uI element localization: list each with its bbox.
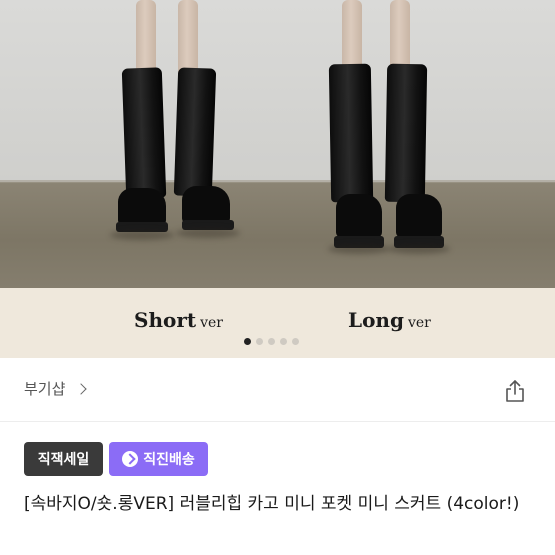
shipping-badge-label: 직진배송 — [143, 452, 195, 468]
carousel-dot[interactable] — [280, 338, 287, 345]
sale-badge-label: 직잭세일 — [37, 452, 90, 468]
shipping-arrow-icon — [122, 451, 139, 467]
carousel-dot[interactable] — [268, 338, 275, 345]
sale-badge: 직잭세일 — [24, 442, 103, 476]
photo-wall — [0, 0, 555, 182]
carousel-dot[interactable] — [292, 338, 299, 345]
seller-name: 부기샵 — [24, 380, 66, 398]
chevron-right-icon — [75, 382, 88, 395]
section-divider — [0, 421, 555, 422]
carousel-indicator[interactable] — [244, 338, 299, 345]
product-title: [속바지O/숏.롱VER] 러블리힙 카고 미니 포켓 미니 스커트 (4col… — [24, 494, 520, 514]
long-ver-label: Long ver — [348, 308, 431, 332]
carousel-dot[interactable] — [244, 338, 251, 345]
short-label-main: Short — [134, 308, 197, 332]
seller-link[interactable]: 부기샵 — [24, 378, 88, 399]
photo-baseboard — [0, 180, 555, 183]
share-icon[interactable] — [502, 378, 528, 404]
photo-floor — [0, 182, 555, 288]
photo-caption-banner — [0, 288, 555, 358]
short-ver-label: Short ver — [134, 308, 223, 332]
short-label-sub: ver — [200, 315, 223, 331]
long-label-main: Long — [348, 308, 404, 332]
product-image-carousel[interactable]: Short ver Long ver — [0, 0, 555, 358]
long-label-sub: ver — [407, 315, 431, 331]
carousel-dot[interactable] — [256, 338, 263, 345]
shipping-badge: 직진배송 — [109, 442, 208, 476]
